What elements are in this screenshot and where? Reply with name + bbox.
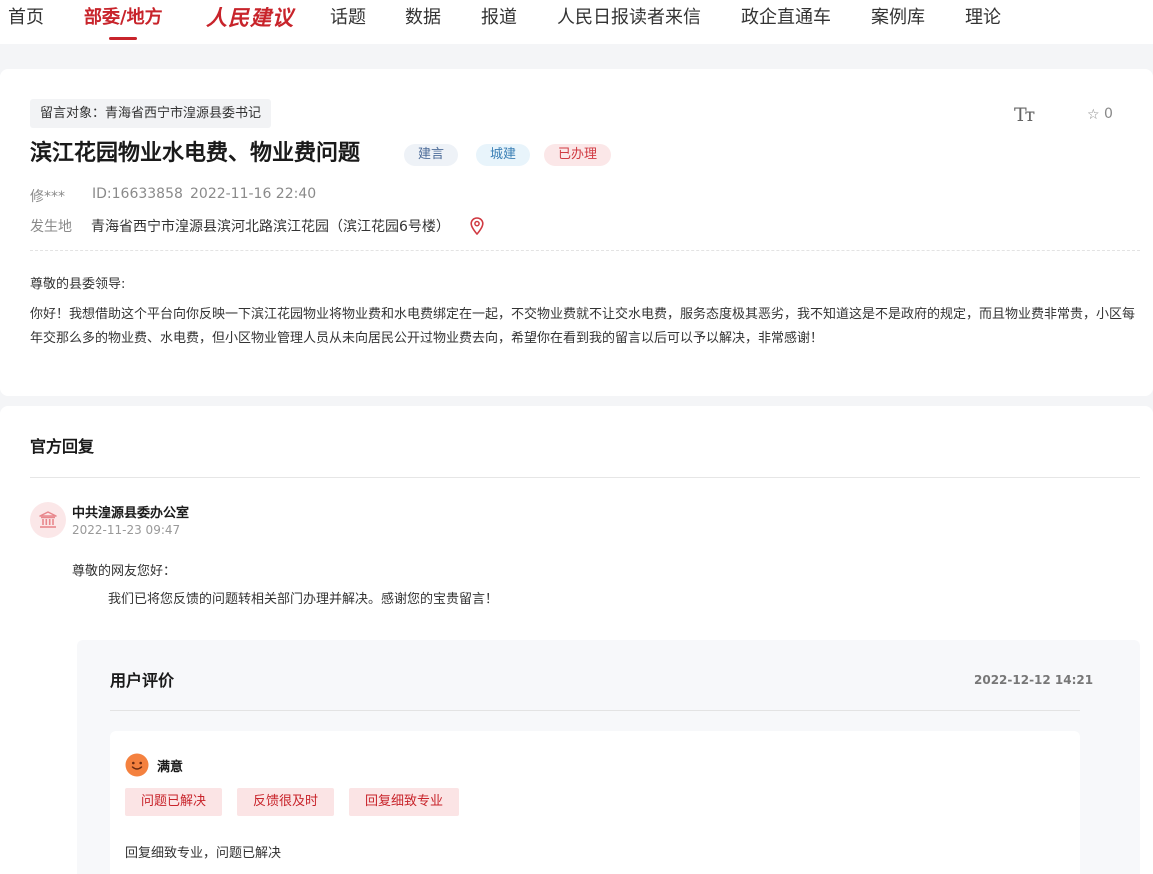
reply-time: 2022-11-23 09:47	[72, 523, 181, 537]
message-id: ID:16633858	[92, 186, 183, 202]
nav-item-data[interactable]: 数据	[405, 6, 441, 30]
message-target-tag: 留言对象：青海省西宁市湟源县委书记	[30, 99, 272, 128]
evaluation-comment: 回复细致专业，问题已解决	[125, 846, 282, 861]
top-nav: 首页 部委/地方 人民建议 话题 数据 报道 人民日报读者来信 政企直通车 案例…	[0, 0, 1153, 44]
reply-content: 我们已将您反馈的问题转相关部门办理并解决。感谢您的宝贵留言！	[108, 592, 499, 607]
office-avatar	[30, 502, 66, 538]
divider	[30, 477, 1140, 478]
badge-urban-construction: 城建	[476, 144, 531, 166]
message-content: 你好！我想借助这个平台向你反映一下滨江花园物业将物业费和水电费绑定在一起，不交物…	[30, 307, 1136, 346]
author-name: 修***	[30, 189, 65, 205]
nav-item-case-library[interactable]: 案例库	[871, 6, 925, 30]
nav-active-indicator	[109, 37, 137, 40]
message-time: 2022-11-16 22:40	[190, 186, 317, 202]
nav-item-readers-letters[interactable]: 人民日报读者来信	[557, 6, 701, 30]
nav-item-ministry-local[interactable]: 部委/地方	[84, 6, 163, 30]
message-body: 尊敬的县委领导: 你好！我想借助这个平台向你反映一下滨江花园物业将物业费和水电费…	[30, 273, 1145, 351]
nav-item-topics[interactable]: 话题	[330, 6, 366, 30]
badge-suggestion: 建言	[404, 144, 459, 166]
evaluation-tag: 回复细致专业	[349, 788, 460, 816]
evaluation-heading: 用户评价	[110, 671, 175, 690]
reply-greeting: 尊敬的网友您好：	[72, 564, 177, 579]
location-pin-icon[interactable]	[470, 217, 484, 235]
divider	[30, 250, 1140, 251]
smiley-face-icon	[125, 753, 149, 777]
brand-logo[interactable]: 人民建议	[206, 2, 294, 32]
location-label: 发生地	[30, 219, 72, 235]
message-title: 滨江花园物业水电费、物业费问题	[30, 141, 361, 166]
nav-item-reports[interactable]: 报道	[481, 6, 517, 30]
evaluation-time: 2022-12-12 14:21	[974, 673, 1094, 687]
evaluation-tag: 问题已解决	[125, 788, 223, 816]
star-icon[interactable]: ☆	[1087, 107, 1100, 123]
nav-item-gov-enterprise[interactable]: 政企直通车	[741, 6, 831, 30]
office-name: 中共湟源县委办公室	[72, 506, 190, 521]
evaluation-tag: 反馈很及时	[237, 788, 335, 816]
font-size-icon[interactable]: Tт	[1014, 104, 1035, 126]
reply-heading: 官方回复	[30, 437, 95, 456]
badge-status-handled: 已办理	[544, 144, 612, 166]
satisfaction-label: 满意	[157, 760, 184, 775]
nav-item-theory[interactable]: 理论	[965, 6, 1001, 30]
divider	[110, 710, 1080, 711]
nav-item-home[interactable]: 首页	[8, 6, 44, 30]
location-value: 青海省西宁市湟源县滨河北路滨江花园（滨江花园6号楼）	[91, 219, 450, 235]
government-building-icon	[39, 511, 57, 528]
message-greeting: 尊敬的县委领导:	[30, 277, 126, 292]
favorite-count: 0	[1104, 106, 1113, 122]
